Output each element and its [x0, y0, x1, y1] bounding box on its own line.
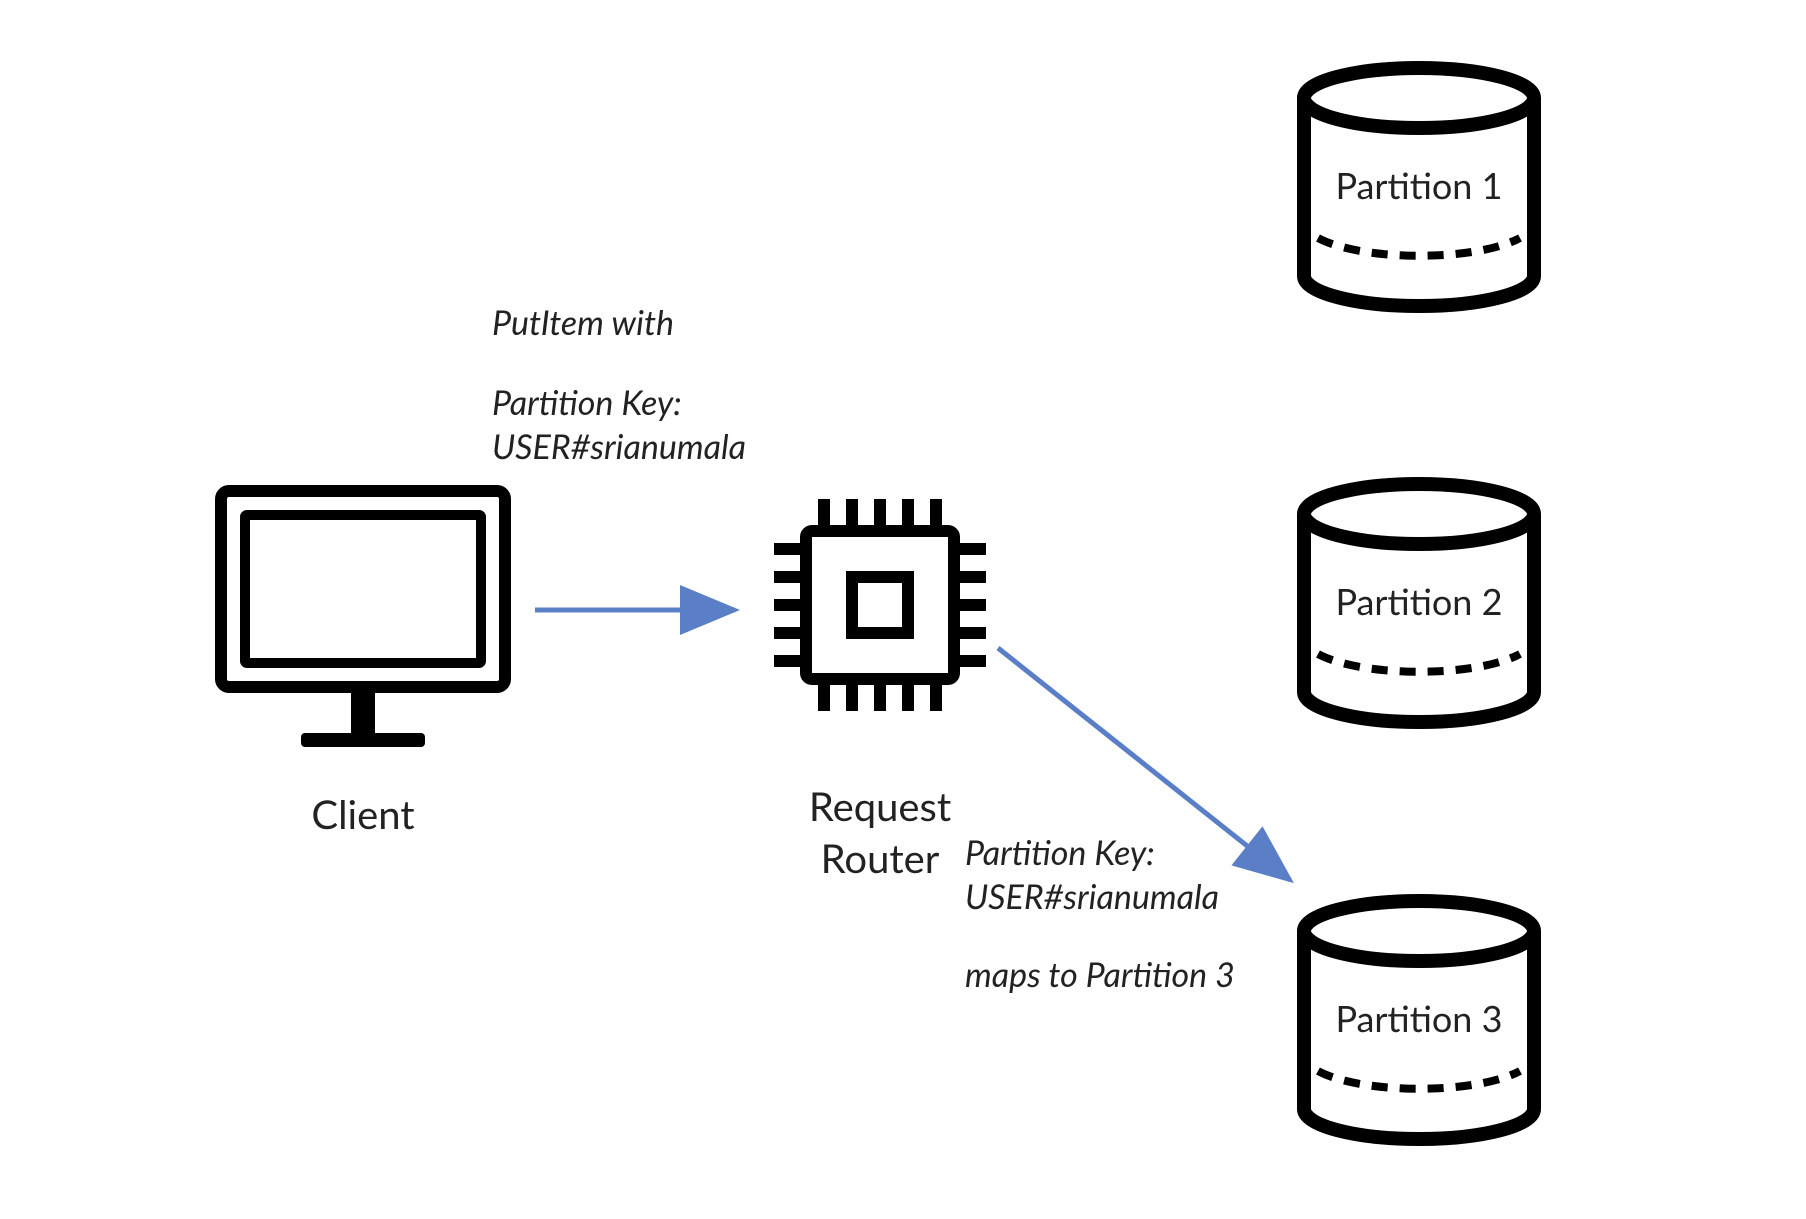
annotation-request-line3: USER#srianumala [492, 424, 912, 470]
client-label: Client [215, 788, 511, 840]
annotation-route-line2: USER#srianumala [965, 874, 1385, 920]
arrow-client-to-router [530, 580, 760, 640]
annotation-request-line1: PutItem with [492, 300, 912, 346]
request-router-cpu-icon [760, 485, 1000, 725]
annotation-request-line2: Partition Key: [492, 380, 912, 426]
partition-1-label: Partition 1 [1290, 163, 1548, 207]
annotation-route-line3: maps to Partition 3 [965, 952, 1385, 998]
partition-2-label: Partition 2 [1290, 579, 1548, 623]
annotation-route-line1: Partition Key: [965, 830, 1385, 876]
partition-3-label: Partition 3 [1290, 996, 1548, 1040]
router-label-line1: Request [740, 780, 1020, 832]
diagram-stage: Client [0, 0, 1806, 1219]
client-monitor-icon [215, 485, 511, 770]
